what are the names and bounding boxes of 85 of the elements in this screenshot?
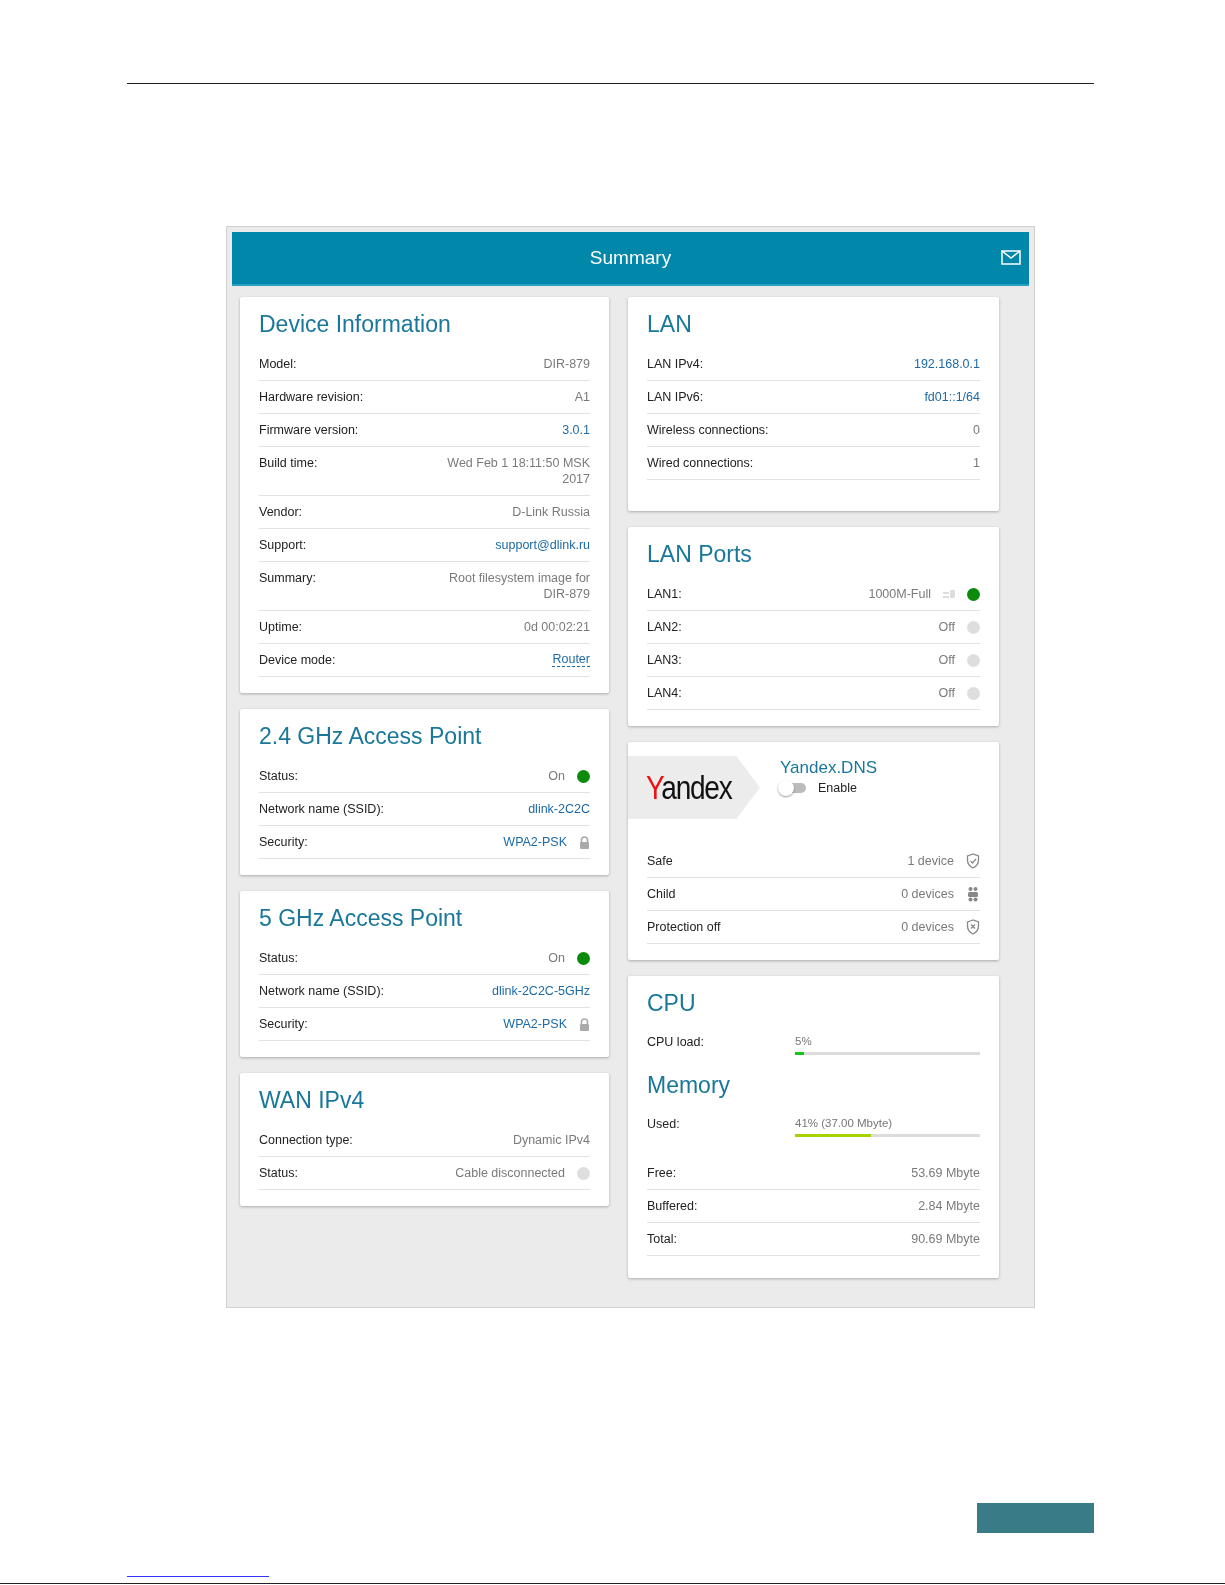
meter-reading: 5% xyxy=(795,1035,813,1047)
card-title: Yandex.DNS xyxy=(780,758,877,778)
logo-text: Yandex xyxy=(646,768,732,807)
lock-icon xyxy=(579,1017,590,1031)
value-link[interactable]: fd01::1/64 xyxy=(924,389,980,405)
row-value: A1 xyxy=(574,389,590,405)
value-link[interactable]: 3.0.1 xyxy=(562,422,590,438)
value-link[interactable]: Router xyxy=(552,652,590,667)
row-label: Wired connections: xyxy=(647,455,754,471)
row-label: LAN IPv6: xyxy=(647,389,704,405)
row-label: Network name (SSID): xyxy=(259,983,385,999)
row-label: Buffered: xyxy=(647,1198,698,1214)
row-value: 1000M-Full xyxy=(868,586,931,602)
card-title: Device Information xyxy=(259,310,451,338)
row-value: DIR-879 xyxy=(543,356,590,372)
row-label: Status: xyxy=(259,950,298,966)
row-value: Wed Feb 1 18:11:50 MSK 2017 xyxy=(446,455,590,487)
row-label: Device mode: xyxy=(259,652,336,668)
row-label: Status: xyxy=(259,768,298,784)
row-label: LAN4: xyxy=(647,685,682,701)
value-link[interactable]: support@dlink.ru xyxy=(495,537,590,553)
row-value: 1 xyxy=(973,455,980,471)
row-value: 53.69 Mbyte xyxy=(911,1165,980,1181)
row-label: Free: xyxy=(647,1165,677,1181)
row-label: Child xyxy=(647,886,676,902)
card-title: CPU xyxy=(647,989,696,1017)
row-label: Uptime: xyxy=(259,619,303,635)
row-label: Summary: xyxy=(259,570,316,586)
row-label: CPU load: xyxy=(647,1035,705,1049)
enable-toggle[interactable]: Enable xyxy=(780,781,877,795)
row-label: Model: xyxy=(259,356,297,372)
card-title: WAN IPv4 xyxy=(259,1086,365,1114)
row-label: Protection off xyxy=(647,919,721,935)
row-value: Off xyxy=(938,652,955,668)
child-icon xyxy=(966,886,980,902)
row-label: Support: xyxy=(259,537,307,553)
row-label: LAN IPv4: xyxy=(647,356,704,372)
value-link[interactable]: dlink-2C2C xyxy=(528,801,590,817)
row-value: 0d 00:02:21 xyxy=(523,619,590,635)
row-label: Connection type: xyxy=(259,1132,353,1148)
row-label: Vendor: xyxy=(259,504,303,520)
card-title: LAN Ports xyxy=(647,540,752,568)
row-label: Wireless connections: xyxy=(647,422,769,438)
row-value: D-Link Russia xyxy=(512,504,590,520)
row-value: Root filesystem image for DIR-879 xyxy=(447,570,590,602)
card-title: Memory xyxy=(647,1071,731,1099)
row-label: Total: xyxy=(647,1231,677,1247)
row-label: LAN2: xyxy=(647,619,682,635)
row-label: Security: xyxy=(259,834,308,850)
card-title: LAN xyxy=(647,310,692,338)
value-link[interactable]: WPA2-PSK xyxy=(503,1016,567,1032)
row-value: Off xyxy=(938,619,955,635)
row-value: 0 xyxy=(973,422,980,438)
row-value: Cable disconnected xyxy=(455,1165,565,1181)
row-value: 90.69 Mbyte xyxy=(911,1231,980,1247)
row-label: Status: xyxy=(259,1165,298,1181)
row-value: 0 devices xyxy=(901,919,954,935)
row-label: Security: xyxy=(259,1016,308,1032)
row-value: Dynamic IPv4 xyxy=(512,1132,590,1148)
row-value: On xyxy=(548,768,565,784)
row-label: LAN3: xyxy=(647,652,682,668)
meter-reading: 41% (37.00 Mbyte) xyxy=(795,1117,894,1129)
value-link[interactable]: 192.168.0.1 xyxy=(913,356,980,372)
card-title: 2.4 GHz Access Point xyxy=(259,722,482,750)
value-link[interactable]: WPA2-PSK xyxy=(503,834,567,850)
page-title: Summary xyxy=(589,247,672,269)
row-value: 1 device xyxy=(907,853,954,869)
lock-icon xyxy=(579,835,590,849)
row-value: 0 devices xyxy=(901,886,954,902)
card-title: 5 GHz Access Point xyxy=(259,904,463,932)
row-value: Off xyxy=(938,685,955,701)
row-label: Safe xyxy=(647,853,673,869)
row-value: On xyxy=(548,950,565,966)
row-value: 2.84 Mbyte xyxy=(918,1198,980,1214)
row-label: Network name (SSID): xyxy=(259,801,385,817)
row-label: Used: xyxy=(647,1117,681,1131)
row-label: Hardware revision: xyxy=(259,389,364,405)
row-label: Firmware version: xyxy=(259,422,359,438)
shield-check-icon xyxy=(966,853,980,869)
mail-icon[interactable] xyxy=(1001,250,1021,265)
row-label: Build time: xyxy=(259,455,318,471)
row-label: LAN1: xyxy=(647,586,682,602)
shield-cross-icon xyxy=(966,919,980,935)
value-link[interactable]: dlink-2C2C-5GHz xyxy=(492,983,590,999)
port-icon xyxy=(943,589,955,599)
